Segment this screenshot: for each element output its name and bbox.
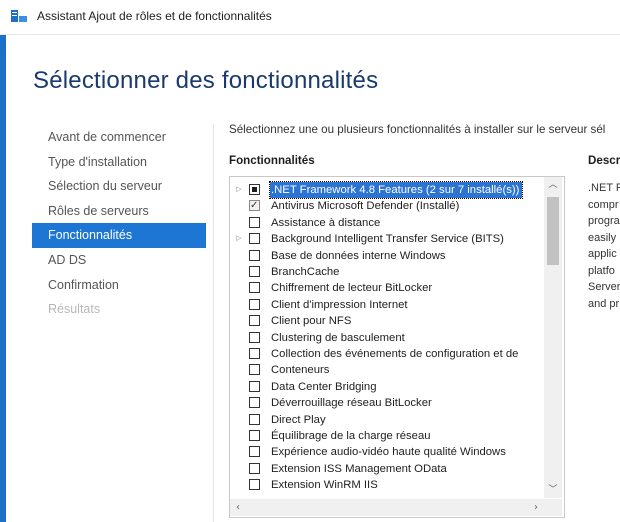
feature-label[interactable]: Data Center Bridging (271, 379, 377, 395)
feature-checkbox[interactable] (249, 331, 260, 343)
intro-text: Sélectionnez une ou plusieurs fonctionna… (229, 123, 606, 136)
feature-row[interactable]: Client pour NFS (230, 313, 544, 329)
feature-row[interactable]: Extension WinRM IIS (230, 477, 544, 493)
feature-row[interactable]: Antivirus Microsoft Defender (Installé) (230, 198, 544, 215)
scrollbar-thumb[interactable] (547, 197, 559, 265)
nav-item[interactable]: Avant de commencer (32, 125, 206, 150)
page-title: Sélectionner des fonctionnalités (33, 67, 379, 94)
vertical-scrollbar[interactable]: ︿ ﹀ (544, 177, 562, 498)
feature-row[interactable]: Clustering de basculement (230, 330, 544, 346)
feature-label[interactable]: Conteneurs (271, 362, 329, 378)
window-left-edge (0, 35, 6, 522)
feature-label[interactable]: Background Intelligent Transfer Service … (271, 231, 504, 247)
feature-checkbox[interactable] (249, 298, 260, 310)
feature-checkbox[interactable] (249, 397, 260, 409)
expand-arrow-icon[interactable]: ▷ (235, 231, 243, 247)
description-line: easily (588, 231, 617, 244)
feature-row[interactable]: ▷ Background Intelligent Transfer Service… (230, 231, 544, 247)
feature-checkbox[interactable] (249, 198, 260, 215)
feature-label[interactable]: Client d'impression Internet (271, 297, 408, 313)
description-text: .NET F compr progra easily applic platfo Serve… (588, 180, 620, 312)
feature-label[interactable]: Extension WinRM IIS (271, 477, 378, 493)
description-line: Server (588, 281, 620, 293)
feature-row[interactable]: Chiffrement de lecteur BitLocker (230, 280, 544, 296)
feature-checkbox[interactable] (249, 249, 260, 261)
server-manager-icon (10, 9, 28, 23)
feature-checkbox[interactable] (249, 413, 260, 425)
feature-row[interactable]: Direct Play (230, 412, 544, 428)
features-tree[interactable]: ▷ .NET Framework 4.8 Features (2 sur 7 in… (229, 176, 565, 518)
feature-label[interactable]: Expérience audio-vidéo haute qualité Win… (271, 444, 506, 460)
feature-label[interactable]: Clustering de basculement (271, 330, 405, 346)
wizard-navigation: Avant de commencer Type d'installation Sél… (32, 125, 206, 322)
feature-checkbox[interactable] (249, 266, 260, 277)
nav-item[interactable]: Fonctionnalités (32, 223, 206, 248)
nav-item[interactable]: AD DS (32, 248, 206, 273)
feature-checkbox[interactable] (249, 348, 260, 359)
chevron-right-icon[interactable]: › (528, 499, 544, 516)
nav-item[interactable]: Type d'installation (32, 150, 206, 175)
feature-label[interactable]: Assistance à distance (271, 215, 380, 231)
feature-checkbox[interactable] (249, 216, 260, 228)
feature-checkbox[interactable] (249, 462, 260, 474)
scrollbar-corner (544, 499, 562, 516)
feature-row[interactable]: Équilibrage de la charge réseau (230, 428, 544, 444)
feature-row[interactable]: Collection des événements de configurati… (230, 346, 544, 362)
feature-label[interactable]: Collection des événements de configurati… (271, 346, 518, 362)
feature-checkbox[interactable] (249, 315, 260, 327)
description-line: compr (588, 198, 619, 211)
feature-checkbox[interactable] (249, 446, 260, 458)
feature-checkbox[interactable] (249, 233, 260, 245)
feature-label[interactable]: .NET Framework 4.8 Features (2 sur 7 ins… (268, 180, 524, 200)
feature-checkbox[interactable] (249, 479, 260, 491)
feature-checkbox[interactable] (249, 364, 260, 376)
nav-item[interactable]: Confirmation (32, 273, 206, 298)
feature-label[interactable]: Base de données interne Windows (271, 248, 446, 264)
feature-row[interactable]: ▷ .NET Framework 4.8 Features (2 sur 7 in… (230, 180, 544, 200)
feature-row[interactable]: Data Center Bridging (230, 379, 544, 395)
description-line: progra (588, 215, 620, 227)
description-line: applic (588, 248, 617, 260)
features-header: Fonctionnalités (229, 154, 315, 167)
feature-checkbox[interactable] (249, 380, 260, 392)
horizontal-scrollbar[interactable]: ‹ › (230, 499, 544, 516)
feature-row[interactable]: Extension ISS Management OData (230, 461, 544, 477)
feature-label[interactable]: Extension ISS Management OData (271, 461, 447, 477)
expand-arrow-icon[interactable]: ▷ (235, 182, 243, 198)
feature-row[interactable]: Conteneurs (230, 362, 544, 378)
nav-item[interactable]: Rôles de serveurs (32, 199, 206, 224)
chevron-up-icon[interactable]: ︿ (544, 177, 562, 193)
description-line: platfo (588, 264, 615, 277)
description-line: .NET F (588, 182, 620, 194)
window-title: Assistant Ajout de rôles et de fonctionn… (37, 9, 272, 23)
feature-label[interactable]: Chiffrement de lecteur BitLocker (271, 280, 432, 296)
feature-row[interactable]: Déverrouillage réseau BitLocker (230, 395, 544, 411)
nav-item: Résultats (48, 302, 101, 317)
feature-row[interactable]: Client d'impression Internet (230, 297, 544, 313)
content-divider (213, 124, 214, 522)
feature-row[interactable]: BranchCache (230, 264, 544, 280)
feature-label[interactable]: Déverrouillage réseau BitLocker (271, 395, 432, 411)
nav-item[interactable]: Sélection du serveur (32, 174, 206, 199)
feature-checkbox[interactable] (249, 282, 260, 294)
feature-row[interactable]: Assistance à distance (230, 215, 544, 231)
description-header: Descri (588, 154, 620, 167)
chevron-left-icon[interactable]: ‹ (230, 499, 246, 516)
feature-label[interactable]: Antivirus Microsoft Defender (Installé) (271, 198, 459, 214)
feature-label[interactable]: Client pour NFS (271, 313, 351, 329)
feature-label[interactable]: Direct Play (271, 412, 326, 428)
feature-label[interactable]: Équilibrage de la charge réseau (271, 428, 431, 444)
feature-checkbox[interactable] (249, 184, 260, 195)
title-bar: Assistant Ajout de rôles et de fonctionn… (0, 0, 620, 35)
feature-row[interactable]: Base de données interne Windows (230, 248, 544, 264)
description-line: and pr (588, 297, 620, 310)
feature-row[interactable]: Expérience audio-vidéo haute qualité Win… (230, 444, 544, 460)
chevron-down-icon[interactable]: ﹀ (544, 482, 562, 498)
feature-label[interactable]: BranchCache (271, 264, 339, 280)
feature-checkbox[interactable] (249, 430, 260, 441)
